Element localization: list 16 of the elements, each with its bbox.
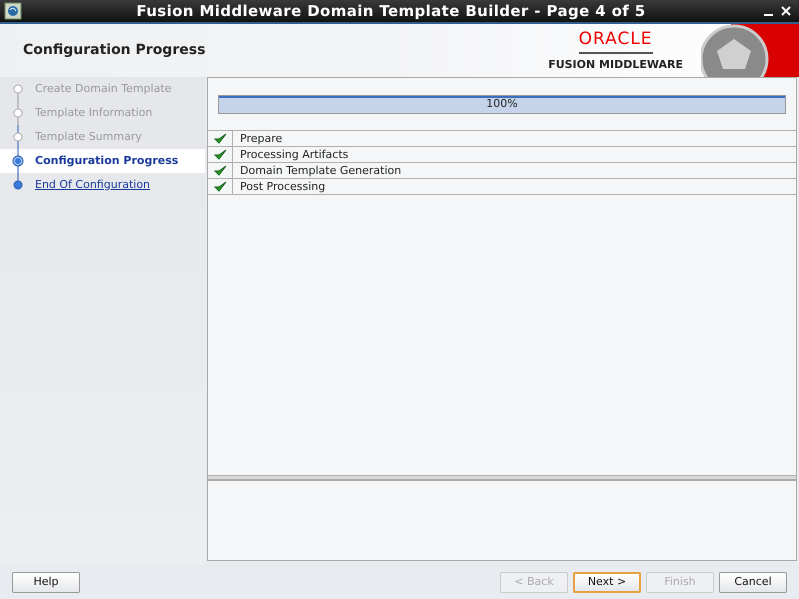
dialog-button[interactable]: Next > <box>573 572 641 592</box>
step-link[interactable]: End Of Configuration <box>35 176 150 194</box>
task-name: Domain Template Generation <box>239 163 402 178</box>
splitter[interactable] <box>208 476 796 481</box>
minimize-icon[interactable] <box>764 14 773 16</box>
window-title: Fusion Middleware Domain Template Builder - Page 4 of 5 <box>136 2 646 20</box>
product-name: FUSION MIDDLEWARE <box>548 57 683 74</box>
task-name: Processing Artifacts <box>239 147 348 162</box>
progress-percentage: 100% <box>485 96 519 112</box>
task-name: Prepare <box>239 131 282 146</box>
dialog-button[interactable]: Help <box>12 572 80 592</box>
close-icon[interactable] <box>781 6 791 16</box>
dialog-button[interactable]: Cancel <box>719 572 787 592</box>
brand-wordmark: ORACLE <box>578 31 653 54</box>
page-title: Configuration Progress <box>23 41 206 60</box>
task-name: Post Processing <box>239 179 326 194</box>
